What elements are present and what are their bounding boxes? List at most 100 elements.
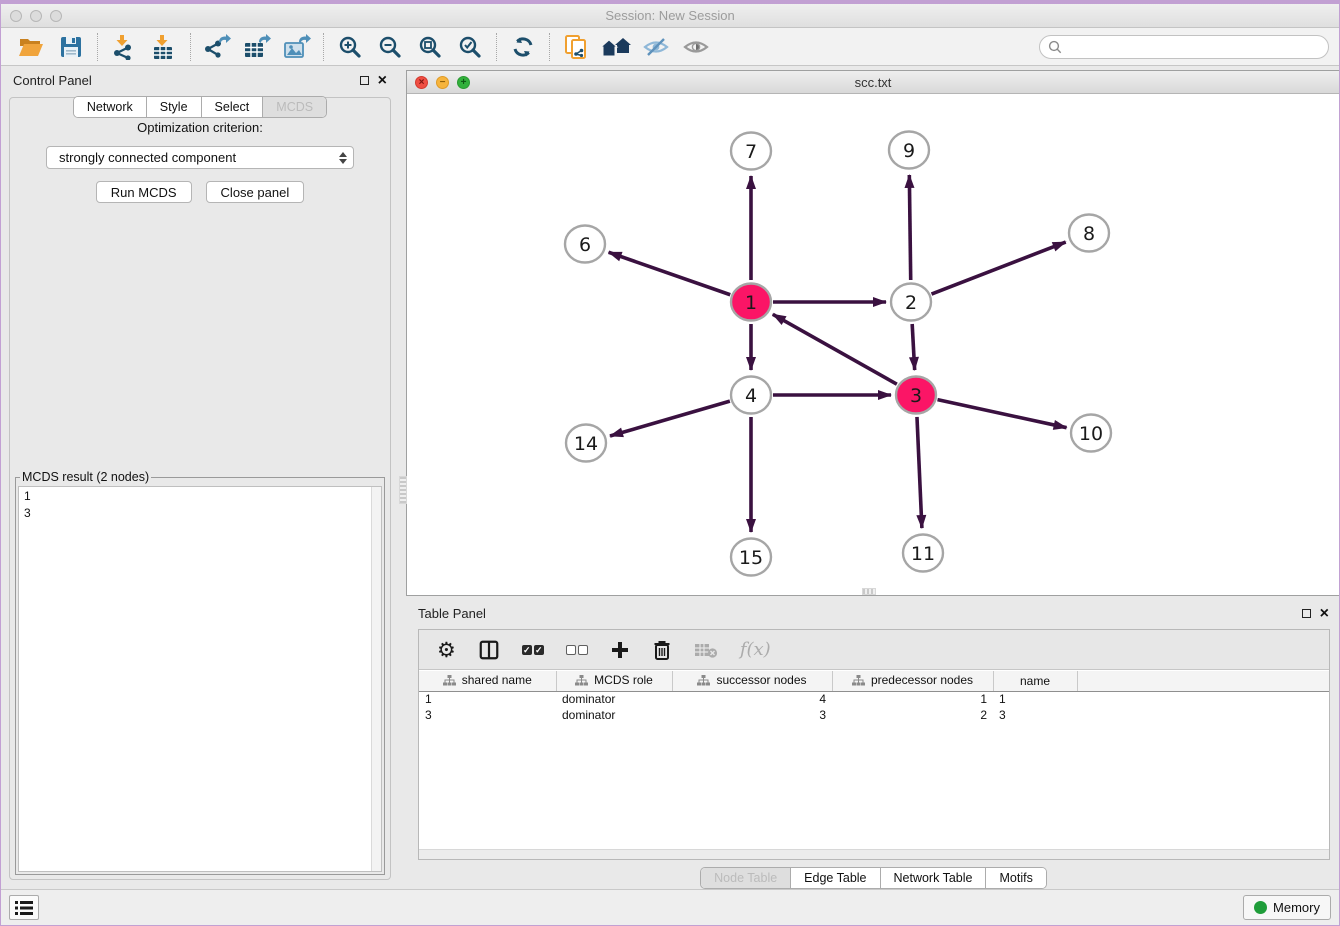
tab-style[interactable]: Style [146, 97, 201, 117]
delete-column-icon [694, 641, 718, 659]
horizontal-splitter-handle[interactable] [862, 588, 876, 595]
edge-1-6[interactable] [609, 252, 731, 294]
float-panel-icon[interactable] [360, 76, 369, 85]
cell-MCDS-role[interactable]: dominator [556, 707, 672, 723]
dropdown-stepper-icon [339, 152, 347, 164]
hierarchy-icon [852, 675, 865, 686]
close-table-panel-icon[interactable]: × [1320, 609, 1329, 618]
tab-motifs[interactable]: Motifs [985, 868, 1045, 888]
control-panel-tabs: NetworkStyleSelectMCDS [73, 96, 327, 118]
cell-shared-name[interactable]: 1 [419, 691, 556, 707]
home-button[interactable] [596, 31, 636, 63]
zoom-fit-button[interactable] [410, 31, 450, 63]
memory-button[interactable]: Memory [1243, 895, 1331, 920]
duplicate-network-button[interactable] [556, 31, 596, 63]
edge-4-14[interactable] [610, 401, 730, 436]
mcds-result-group: MCDS result (2 nodes) 1 3 [15, 470, 385, 875]
close-panel-button[interactable]: Close panel [206, 181, 305, 203]
import-table-icon [151, 34, 177, 60]
hide-selected-button[interactable] [636, 31, 676, 63]
zoom-selected-button[interactable] [450, 31, 490, 63]
tab-node-table[interactable]: Node Table [701, 868, 790, 888]
task-history-button[interactable] [9, 895, 39, 920]
show-all-button[interactable] [676, 31, 716, 63]
cell-name[interactable]: 1 [993, 691, 1077, 707]
cell-name[interactable]: 3 [993, 707, 1077, 723]
tab-select[interactable]: Select [201, 97, 263, 117]
open-session-icon [18, 35, 44, 59]
cell-successor-nodes[interactable]: 4 [672, 691, 832, 707]
export-image-icon [283, 34, 311, 60]
refresh-button[interactable] [503, 31, 543, 63]
column-header-shared-name[interactable]: shared name [419, 671, 556, 691]
network-maximize-icon[interactable]: + [457, 76, 470, 89]
table-row[interactable]: 3dominator323 [419, 707, 1329, 723]
column-header-predecessor-nodes[interactable]: predecessor nodes [832, 671, 993, 691]
edge-2-8[interactable] [932, 242, 1066, 294]
tab-network-table[interactable]: Network Table [880, 868, 986, 888]
edge-2-9[interactable] [909, 175, 910, 280]
refresh-icon [511, 35, 535, 59]
column-header-successor-nodes[interactable]: successor nodes [672, 671, 832, 691]
vertical-splitter-handle[interactable] [399, 476, 407, 504]
function-icon: f(x) [740, 639, 771, 660]
zoom-out-button[interactable] [370, 31, 410, 63]
run-mcds-button[interactable]: Run MCDS [96, 181, 192, 203]
export-table-button[interactable] [237, 31, 277, 63]
mcds-result-text[interactable]: 1 3 [18, 486, 382, 872]
result-scrollbar[interactable] [371, 487, 381, 871]
network-window-titlebar[interactable]: scc.txt × − + [407, 71, 1339, 94]
split-column-icon[interactable] [478, 639, 500, 661]
zoom-in-button[interactable] [330, 31, 370, 63]
tab-network[interactable]: Network [74, 97, 146, 117]
cell-predecessor-nodes[interactable]: 2 [832, 707, 993, 723]
table-row[interactable]: 1dominator411 [419, 691, 1329, 707]
select-all-icon[interactable]: ✓✓ [522, 645, 544, 655]
node-label-3: 3 [910, 385, 922, 407]
macos-titlebar: Session: New Session [1, 4, 1339, 28]
cell-successor-nodes[interactable]: 3 [672, 707, 832, 723]
add-icon[interactable] [610, 640, 630, 660]
mcds-panel: Optimization criterion: strongly connect… [9, 97, 391, 880]
open-session-button[interactable] [11, 31, 51, 63]
node-label-7: 7 [745, 141, 757, 163]
dropdown-value: strongly connected component [59, 150, 236, 165]
cell-shared-name[interactable]: 3 [419, 707, 556, 723]
trash-icon[interactable] [652, 639, 672, 661]
import-network-button[interactable] [104, 31, 144, 63]
export-image-button[interactable] [277, 31, 317, 63]
import-table-button[interactable] [144, 31, 184, 63]
toolbar-separator [190, 33, 191, 61]
tab-mcds[interactable]: MCDS [262, 97, 326, 117]
export-network-icon [203, 34, 231, 60]
deselect-all-icon[interactable] [566, 645, 588, 655]
save-session-button[interactable] [51, 31, 91, 63]
edge-3-1[interactable] [773, 314, 897, 384]
search-input[interactable] [1067, 39, 1328, 55]
close-panel-icon[interactable]: × [378, 76, 387, 85]
search-field[interactable] [1039, 35, 1329, 59]
network-canvas[interactable]: 7968124314101511 [407, 94, 1339, 595]
edge-3-10[interactable] [937, 400, 1066, 428]
status-bar: Memory [1, 889, 1339, 925]
export-network-button[interactable] [197, 31, 237, 63]
main-toolbar [1, 28, 1339, 66]
home-icon [601, 35, 631, 59]
node-label-10: 10 [1079, 423, 1103, 445]
gear-icon[interactable]: ⚙ [437, 640, 456, 660]
float-table-panel-icon[interactable] [1302, 609, 1311, 618]
optimization-dropdown[interactable]: strongly connected component [46, 146, 354, 169]
column-header-name[interactable]: name [993, 671, 1077, 691]
network-close-icon[interactable]: × [415, 76, 428, 89]
cell-predecessor-nodes[interactable]: 1 [832, 691, 993, 707]
edge-3-11[interactable] [917, 417, 922, 528]
tab-edge-table[interactable]: Edge Table [790, 868, 879, 888]
optimization-label: Optimization criterion: [10, 120, 390, 135]
list-icon [15, 901, 33, 915]
mcds-result-title: MCDS result (2 nodes) [20, 470, 151, 484]
network-minimize-icon[interactable]: − [436, 76, 449, 89]
edge-2-3[interactable] [912, 324, 914, 370]
column-header-MCDS-role[interactable]: MCDS role [556, 671, 672, 691]
zoom-out-icon [378, 35, 402, 59]
cell-MCDS-role[interactable]: dominator [556, 691, 672, 707]
